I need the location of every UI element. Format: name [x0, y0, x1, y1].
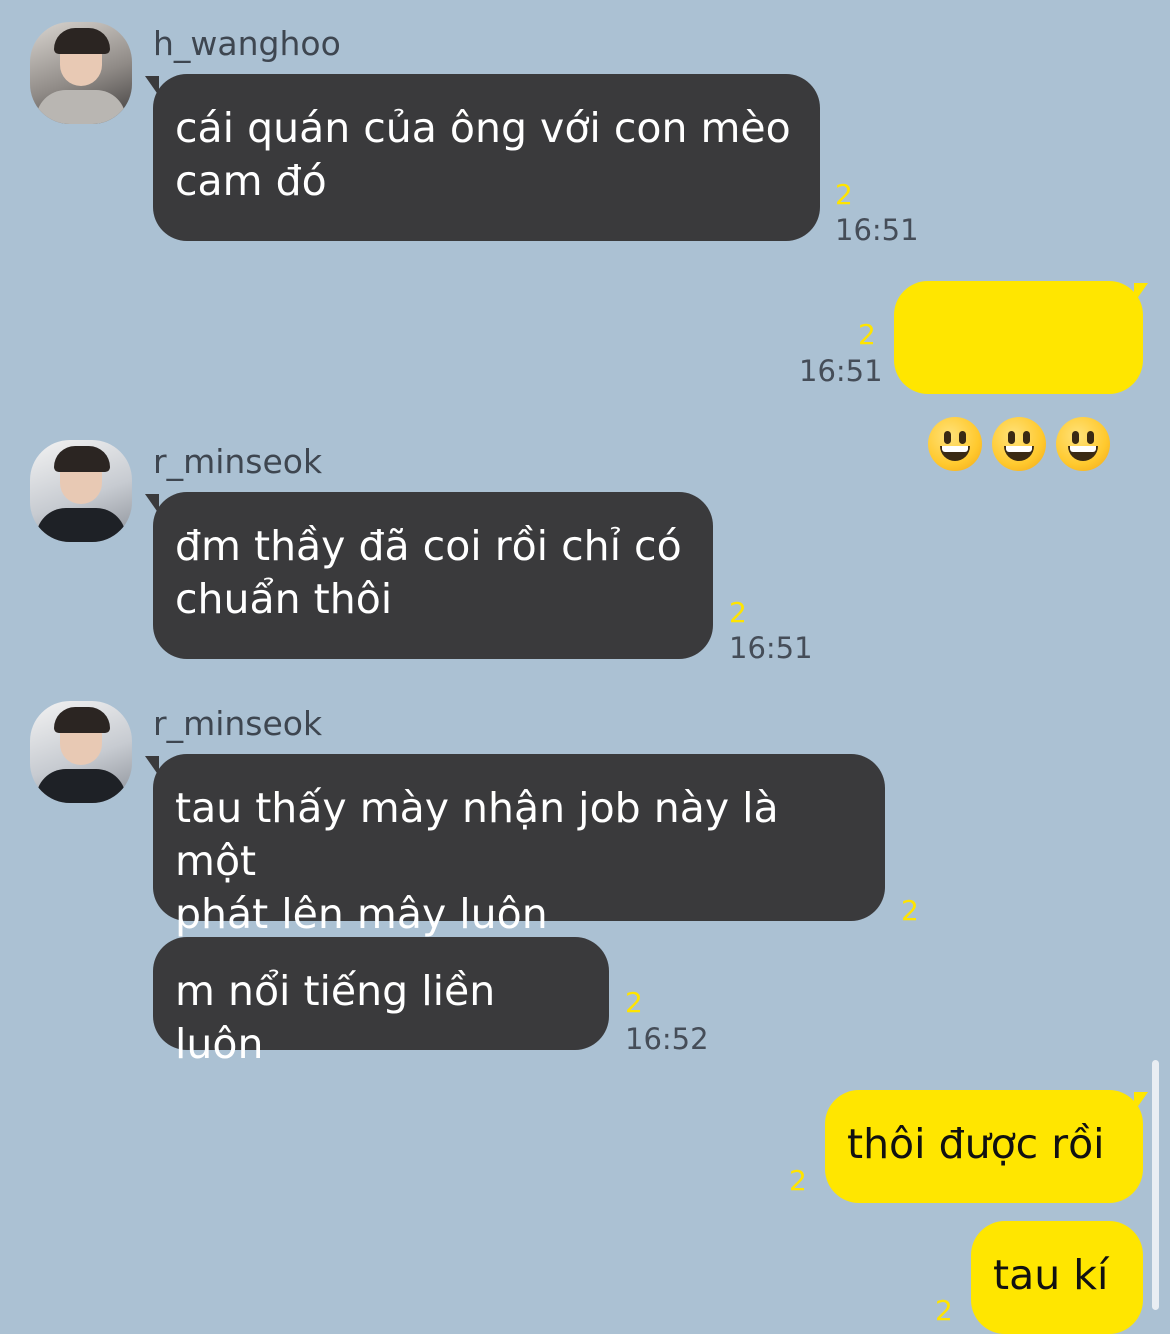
avatar-hair	[54, 28, 110, 54]
bubble-tail	[1134, 283, 1148, 303]
avatar-h-wanghoo[interactable]	[30, 22, 132, 124]
unread-count: 2	[901, 894, 919, 927]
unread-count: 2	[789, 1164, 807, 1197]
message-time: 16:51	[835, 213, 919, 247]
unread-count: 2	[858, 318, 876, 351]
avatar-r-minseok[interactable]	[30, 701, 132, 803]
grinning-face-icon	[991, 416, 1046, 471]
sender-name: r_minseok	[153, 704, 323, 743]
message-time: 16:51	[799, 354, 883, 388]
avatar-body	[36, 90, 126, 124]
avatar-body	[36, 508, 126, 542]
scrollbar[interactable]	[1152, 1060, 1159, 1310]
unread-count: 2	[625, 986, 643, 1019]
sender-name: r_minseok	[153, 442, 323, 481]
message-bubble-incoming[interactable]: cái quán của ông với con mèo cam đó	[153, 74, 820, 241]
message-bubble-outgoing[interactable]: thôi được rồi	[825, 1090, 1143, 1203]
sender-name: h_wanghoo	[153, 24, 341, 63]
unread-count: 2	[729, 596, 747, 629]
grinning-face-icon	[927, 416, 982, 471]
grinning-face-icon	[1055, 416, 1110, 471]
message-bubble-outgoing-emoji[interactable]	[894, 281, 1143, 471]
avatar-hair	[54, 446, 110, 472]
message-bubble-incoming[interactable]: tau thấy mày nhận job này là một phát lê…	[153, 754, 885, 938]
message-bubble-outgoing[interactable]: tau kí	[971, 1221, 1143, 1334]
unread-count: 2	[935, 1294, 953, 1327]
avatar-r-minseok[interactable]	[30, 440, 132, 542]
message-time: 16:51	[729, 631, 813, 665]
avatar-body	[36, 769, 126, 803]
unread-count: 2	[835, 178, 853, 211]
message-time: 16:52	[625, 1022, 709, 1056]
message-bubble-incoming[interactable]: m nổi tiếng liền luôn	[153, 937, 609, 1068]
message-bubble-incoming[interactable]: đm thầy đã coi rồi chỉ có chuẩn thôi	[153, 492, 713, 659]
avatar-hair	[54, 707, 110, 733]
bubble-tail	[1134, 1092, 1148, 1112]
